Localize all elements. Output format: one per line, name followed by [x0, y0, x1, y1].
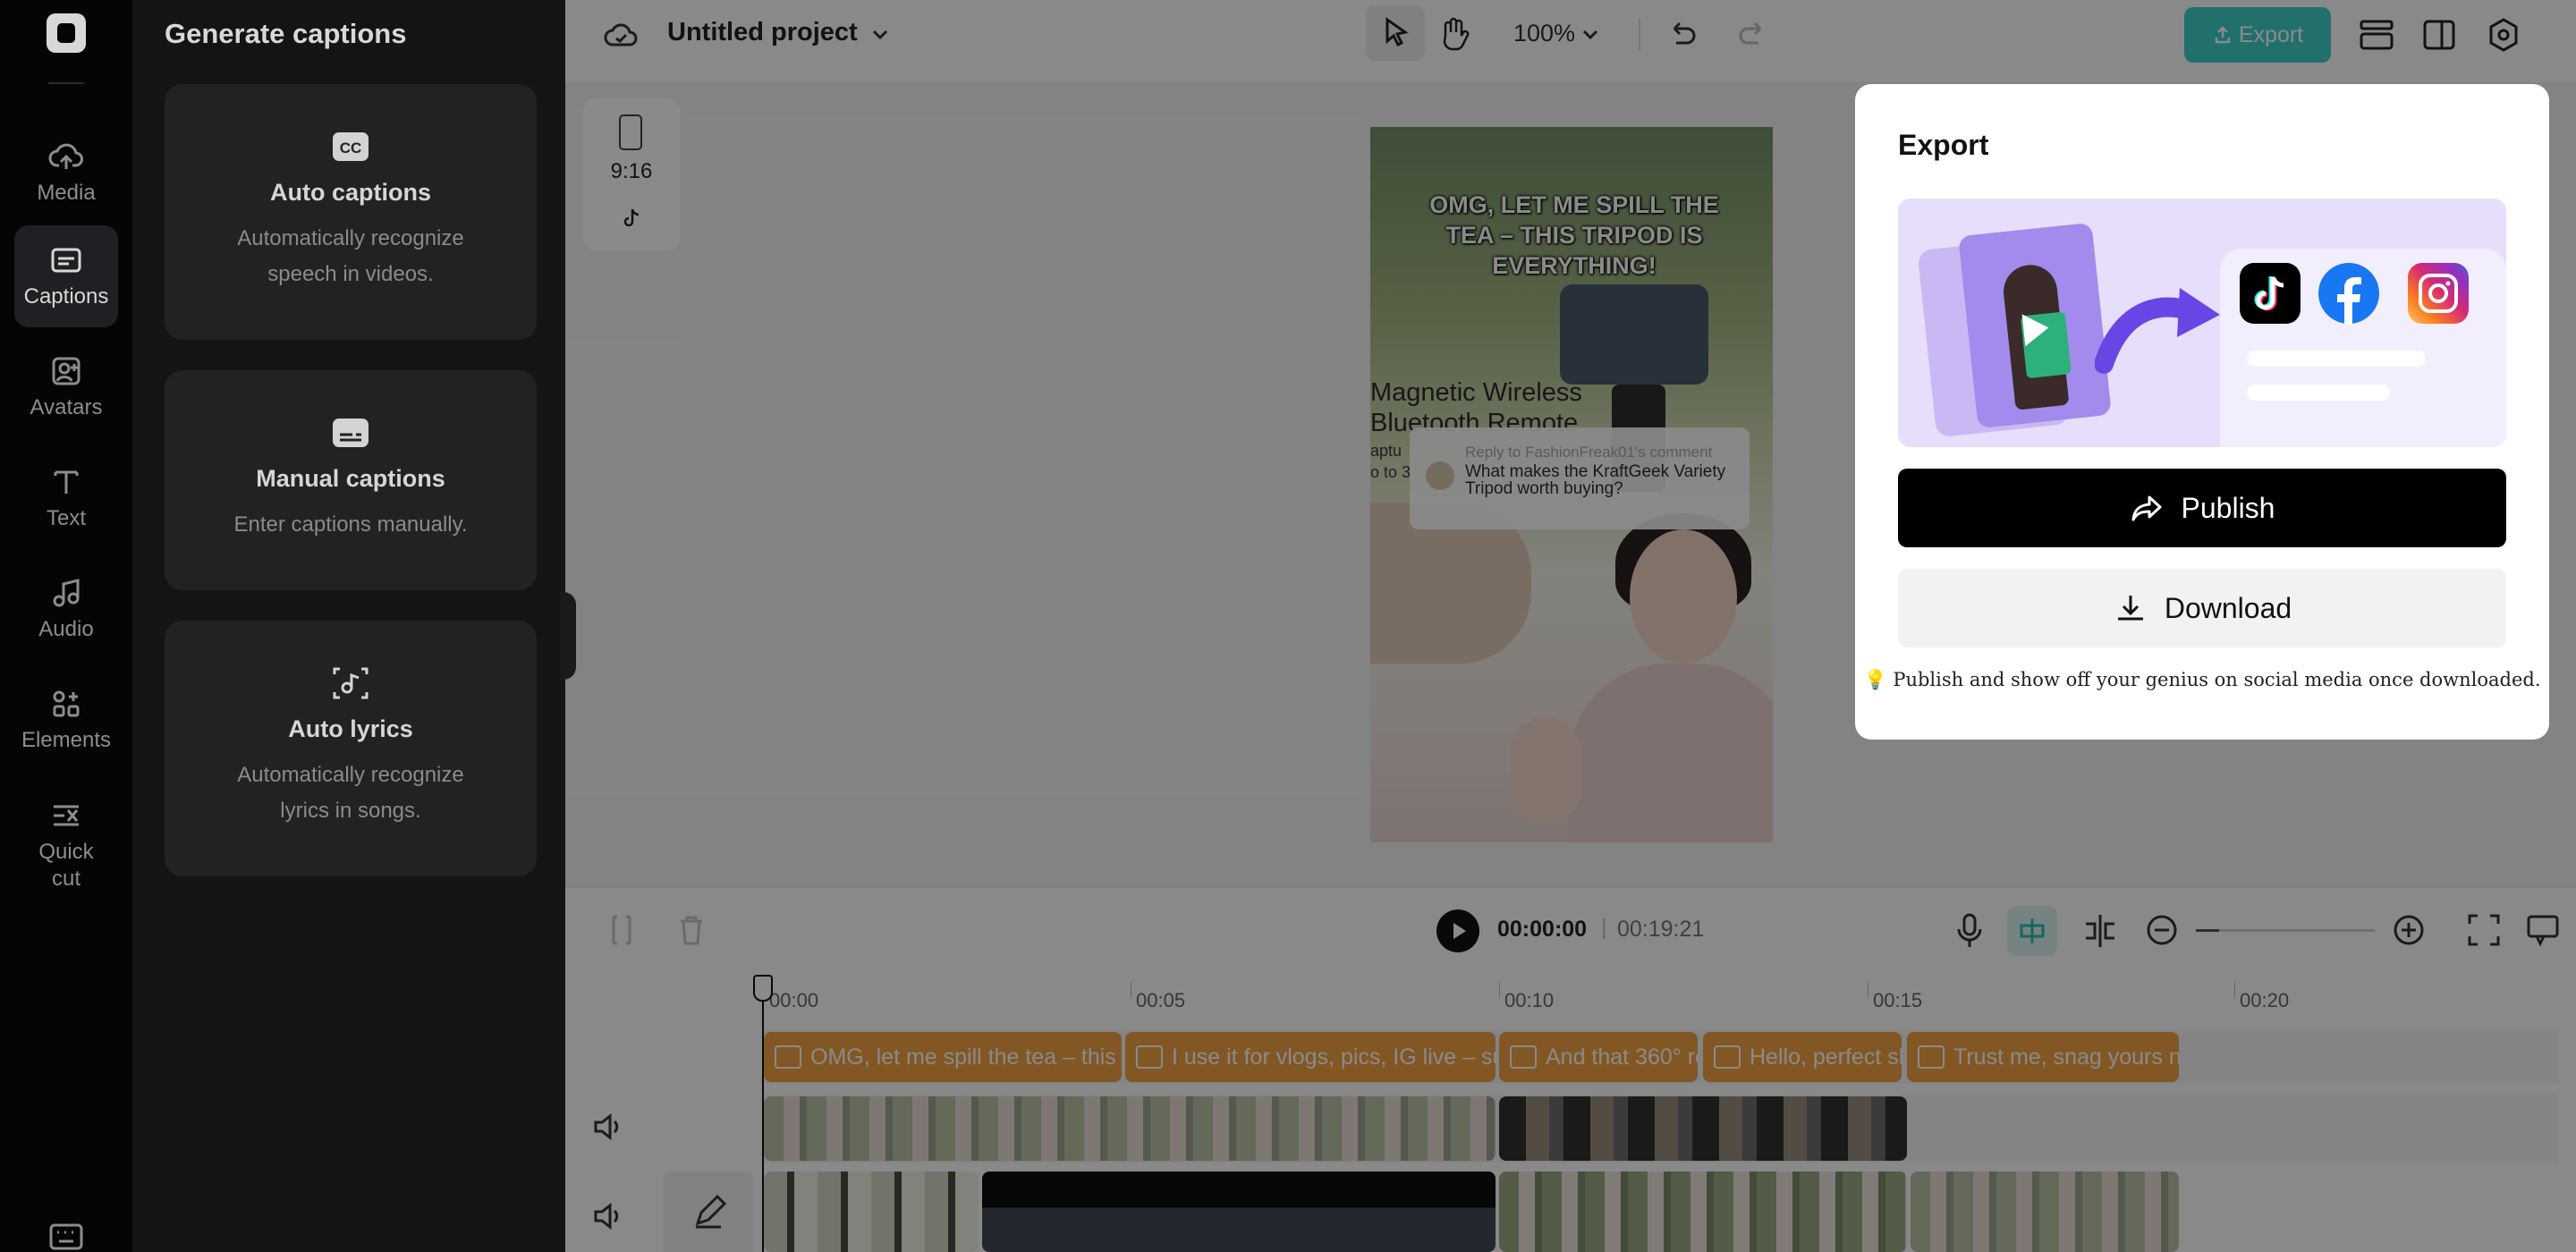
hero-play-icon — [2021, 311, 2051, 347]
card-description: Automatically recognize lyrics in songs. — [237, 763, 464, 823]
export-hero-illustration — [1898, 199, 2506, 447]
download-icon — [2117, 596, 2143, 621]
export-tip: 💡 Publish and show off your genius on so… — [1855, 669, 2549, 691]
lyrics-icon — [331, 664, 370, 703]
hero-card — [1958, 222, 2112, 429]
text-icon — [48, 464, 84, 500]
download-label: Download — [2164, 591, 2292, 624]
rail-item-label: Quick cut — [38, 840, 94, 891]
svg-text:CC: CC — [340, 140, 362, 156]
card-description: Automatically recognize speech in videos… — [237, 226, 464, 286]
cc-icon: CC — [331, 127, 370, 166]
card-title: Auto captions — [270, 179, 431, 206]
modal-title: Export — [1898, 129, 1989, 161]
rail-item-label: Captions — [23, 284, 109, 309]
app-logo[interactable] — [47, 13, 86, 53]
rail-item-elements[interactable]: Elements — [14, 669, 118, 771]
quick-cut-icon — [48, 798, 84, 833]
lightbulb-icon: 💡 — [1863, 669, 1887, 690]
facebook-icon — [2318, 263, 2379, 324]
rail-item-captions[interactable]: Captions — [14, 225, 118, 327]
rail-item-text[interactable]: Text — [14, 447, 118, 549]
rail-item-media[interactable]: Media — [14, 122, 118, 224]
music-note-icon — [48, 575, 84, 611]
rail-item-label: Audio — [38, 617, 94, 641]
rail-item-label: Avatars — [30, 395, 103, 419]
rail-item-quick-cut[interactable]: Quick cut — [14, 787, 118, 903]
auto-lyrics-card[interactable]: Auto lyrics Automatically recognize lyri… — [165, 621, 537, 876]
captions-panel: Generate captions CC Auto captions Autom… — [132, 0, 565, 1252]
card-description: Enter captions manually. — [233, 512, 468, 537]
publish-button[interactable]: Publish — [1898, 469, 2506, 547]
rail-item-label: Text — [46, 506, 86, 530]
publish-label: Publish — [2181, 491, 2275, 524]
manual-captions-card[interactable]: Manual captions Enter captions manually. — [165, 370, 537, 590]
rail-divider — [48, 82, 84, 84]
rail-item-label: Media — [37, 181, 96, 205]
panel-title: Generate captions — [165, 18, 407, 49]
arrow-icon — [2095, 288, 2220, 374]
download-button[interactable]: Download — [1898, 569, 2506, 647]
keyboard-icon[interactable] — [48, 1220, 84, 1252]
instagram-icon — [2408, 263, 2469, 324]
left-rail: Media Captions Avatars Text Audio Elemen… — [0, 0, 132, 1252]
rail-item-audio[interactable]: Audio — [14, 558, 118, 660]
export-tip-text: Publish and show off your genius on soci… — [1893, 669, 2541, 690]
hero-bar — [2247, 351, 2426, 367]
export-modal: Export Publish Download 💡 Publish and sh… — [1855, 84, 2549, 740]
card-title: Manual captions — [256, 465, 445, 492]
tiktok-icon — [2240, 263, 2301, 324]
hero-bar — [2247, 385, 2390, 401]
cloud-upload-icon — [48, 139, 84, 174]
share-arrow-icon — [2131, 495, 2162, 521]
subtitle-icon — [331, 413, 370, 453]
auto-captions-card[interactable]: CC Auto captions Automatically recognize… — [165, 84, 537, 340]
rail-item-avatars[interactable]: Avatars — [14, 336, 118, 438]
rail-item-label: Elements — [21, 728, 112, 752]
avatar-icon — [48, 353, 84, 389]
panel-collapse-handle[interactable] — [560, 592, 576, 680]
card-title: Auto lyrics — [288, 715, 413, 742]
elements-icon — [48, 686, 84, 722]
captions-icon — [48, 242, 84, 278]
